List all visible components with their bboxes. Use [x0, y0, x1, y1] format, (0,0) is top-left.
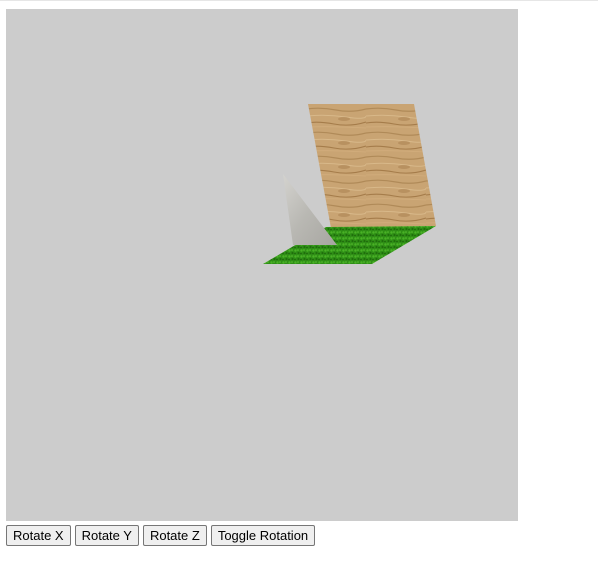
- top-divider: [0, 0, 598, 1]
- 3d-canvas[interactable]: [6, 9, 518, 521]
- rotate-z-button[interactable]: Rotate Z: [142, 525, 207, 546]
- grass-plane: [263, 226, 436, 264]
- control-bar: Rotate X Rotate Y Rotate Z Toggle Rotati…: [6, 525, 316, 546]
- rotate-y-button[interactable]: Rotate Y: [74, 525, 139, 546]
- wood-plane: [308, 104, 436, 228]
- rotate-x-button[interactable]: Rotate X: [6, 525, 71, 546]
- toggle-rotation-button[interactable]: Toggle Rotation: [210, 525, 316, 546]
- scene-render: [263, 104, 436, 264]
